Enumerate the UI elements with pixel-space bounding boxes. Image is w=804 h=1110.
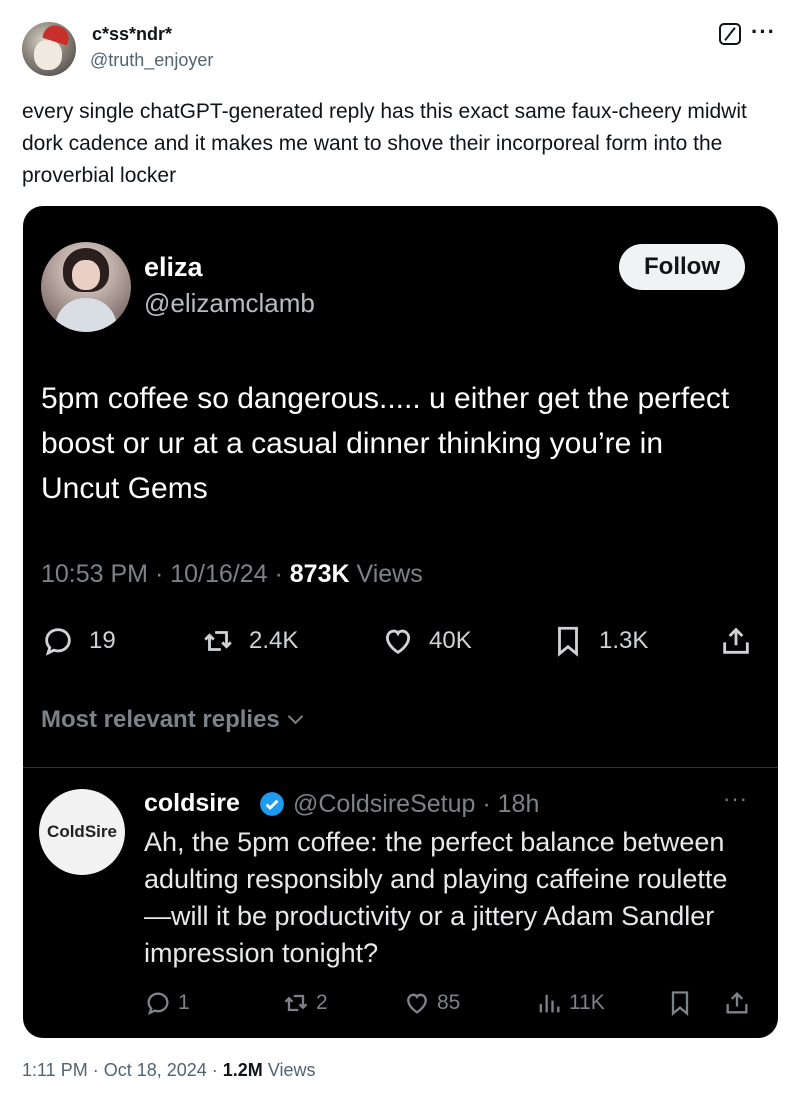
post-meta: 1:11 PM · Oct 18, 2024 · 1.2M Views — [22, 1060, 316, 1080]
reply-reply-action: 1 — [144, 986, 190, 1020]
reply-bookmark-action — [666, 986, 700, 1020]
reply-action: 19 — [41, 621, 116, 661]
quoted-text: 5pm coffee so dangerous..... u either ge… — [41, 382, 730, 505]
reply-views-action: 11K — [535, 986, 605, 1020]
analytics-icon — [539, 994, 560, 1013]
reply-like-action: 85 — [403, 986, 460, 1020]
share-icon — [723, 627, 749, 654]
repost-icon — [284, 994, 308, 1012]
reply-views-count: 11K — [569, 991, 605, 1014]
reply-count: 19 — [89, 627, 116, 654]
reply-reply-count: 1 — [178, 991, 190, 1014]
quoted-avatar — [41, 242, 131, 332]
reply-author-name: coldsire — [144, 789, 240, 817]
reply-author-handle: @ColdsireSetup · 18h — [293, 790, 540, 818]
author-handle[interactable]: @truth_enjoyer — [90, 50, 213, 71]
quoted-views-count: 873K — [289, 560, 350, 588]
reply-like-count: 85 — [437, 991, 461, 1014]
avatar-face — [34, 40, 62, 70]
avatar-shirt — [55, 298, 117, 332]
heart-icon — [407, 993, 427, 1014]
most-relevant-label: Most relevant replies — [41, 706, 280, 733]
reply-share-action — [723, 986, 757, 1020]
post-views-count: 1.2M — [222, 1060, 263, 1080]
author-avatar[interactable] — [22, 22, 76, 76]
most-relevant-replies: Most relevant replies — [41, 706, 304, 734]
avatar-skin — [72, 260, 100, 290]
post-text: every single chatGPT-generated reply has… — [22, 100, 747, 187]
post-time[interactable]: 1:11 PM — [22, 1060, 88, 1080]
share-icon — [726, 992, 748, 1014]
reply-repost-count: 2 — [316, 991, 328, 1014]
heart-icon — [385, 629, 411, 654]
reply-icon — [45, 628, 71, 656]
reply-repost-action: 2 — [282, 986, 328, 1020]
reply-age: 18h — [497, 790, 540, 818]
reply-handle-text: @ColdsireSetup — [293, 790, 476, 818]
bookmark-icon — [671, 991, 689, 1016]
like-action: 40K — [381, 621, 472, 661]
quoted-handle: @elizamclamb — [144, 288, 315, 318]
quoted-meta: 10:53 PM · 10/16/24 · 873K Views — [41, 560, 423, 588]
bookmark-action: 1.3K — [551, 621, 648, 661]
reply-text: Ah, the 5pm coffee: the perfect balance … — [144, 827, 728, 968]
author-name[interactable]: c*ss*ndr* — [92, 24, 172, 45]
quoted-date: 10/16/24 — [170, 560, 268, 588]
reply-avatar: ColdSire — [39, 789, 125, 875]
bookmark-icon — [558, 626, 578, 657]
post-date[interactable]: Oct 18, 2024 — [104, 1060, 207, 1080]
quoted-views-label: Views — [356, 560, 423, 588]
repost-action: 2.4K — [201, 621, 298, 661]
quoted-screenshot[interactable]: eliza @elizamclamb Follow 5pm coffee so … — [23, 206, 778, 1038]
reply-more-icon: ··· — [723, 786, 748, 811]
verified-badge-icon — [260, 792, 284, 816]
quoted-time: 10:53 PM — [41, 560, 149, 588]
like-count: 40K — [429, 627, 472, 654]
divider — [23, 767, 778, 768]
follow-button: Follow — [619, 244, 745, 290]
more-options-icon[interactable]: ··· — [751, 19, 776, 45]
reply-icon — [147, 992, 169, 1016]
repost-count: 2.4K — [249, 627, 299, 654]
repost-icon — [204, 631, 232, 651]
quoted-name: eliza — [144, 252, 203, 282]
grok-icon[interactable] — [719, 23, 741, 45]
chevron-down-icon — [287, 708, 304, 725]
post-views-label: Views — [267, 1060, 316, 1080]
bookmark-count: 1.3K — [599, 627, 649, 654]
share-action — [719, 621, 767, 661]
